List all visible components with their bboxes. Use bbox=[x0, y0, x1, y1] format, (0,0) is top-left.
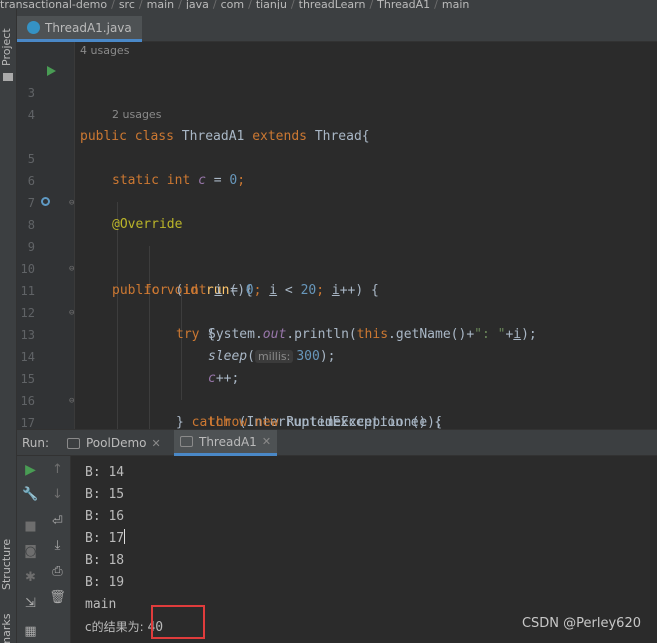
trash-icon[interactable]: 🗑 bbox=[44, 590, 71, 605]
code-line: 3 public class ThreadA1 extends Thread{ bbox=[17, 60, 657, 144]
code-line: 10 bbox=[17, 236, 657, 276]
console-toolbar: ↑ ↓ ⏎ ⤓ ⎙ 🗑 bbox=[44, 456, 71, 643]
line-number: 4 bbox=[27, 108, 35, 122]
breadcrumb-item[interactable]: main bbox=[442, 0, 469, 9]
arrow-down-icon[interactable]: ↓ bbox=[44, 487, 71, 502]
breadcrumb-item[interactable]: transactional-demo bbox=[0, 0, 107, 9]
code-line: 15 ⊖ } catch (InterruptedException e) { bbox=[17, 346, 657, 429]
print-icon[interactable]: ⎙ bbox=[44, 564, 71, 579]
close-icon[interactable]: ✕ bbox=[262, 435, 271, 448]
console-line: B: 14 bbox=[85, 465, 125, 480]
breadcrumb-item[interactable]: threadLearn bbox=[299, 0, 366, 9]
file-tab-threada1[interactable]: ThreadA1.java bbox=[17, 16, 142, 42]
layout-icon[interactable]: ▦ bbox=[17, 624, 44, 639]
file-tab-label: ThreadA1.java bbox=[45, 20, 132, 35]
breadcrumb-item[interactable]: com bbox=[221, 0, 245, 9]
run-label: Run: bbox=[22, 436, 50, 450]
editor-tab-bar: ThreadA1.java bbox=[17, 9, 657, 42]
left-tool-strip: Project Structure Bookmarks bbox=[0, 9, 17, 643]
code-line: 17 ⊖ } bbox=[17, 390, 657, 429]
run-gutter-icon[interactable] bbox=[47, 66, 56, 76]
console-line: B: 15 bbox=[85, 487, 125, 502]
breadcrumb-item[interactable]: ThreadA1 bbox=[377, 0, 430, 9]
java-class-icon bbox=[27, 21, 40, 34]
soft-wrap-icon[interactable]: ⏎ bbox=[44, 514, 71, 529]
code-line: 16 throw new RuntimeException(e); bbox=[17, 368, 657, 429]
text-caret bbox=[124, 529, 126, 544]
arrow-up-icon[interactable]: ↑ bbox=[44, 462, 71, 477]
rerun-icon[interactable]: ▶ bbox=[17, 462, 44, 478]
code-line: 14 c++; bbox=[17, 324, 657, 386]
code-line: 7 @Override bbox=[17, 170, 657, 232]
override-gutter-icon[interactable] bbox=[41, 197, 50, 206]
structure-tool-button[interactable]: Structure bbox=[0, 529, 17, 599]
code-line: 11 ⊖ try { bbox=[17, 258, 657, 342]
console-line: B: 17 bbox=[85, 528, 645, 550]
breadcrumb-item[interactable]: src bbox=[119, 0, 135, 9]
settings-icon[interactable]: ✱ bbox=[17, 570, 44, 585]
breadcrumb-item[interactable]: tianju bbox=[256, 0, 287, 9]
run-tab-label: ThreadA1 bbox=[199, 434, 257, 449]
bookmarks-tool-button[interactable]: Bookmarks bbox=[0, 614, 17, 643]
code-line: 9 ⊖ for (int i = 0; i < 20; i++) { bbox=[17, 214, 657, 298]
login-icon[interactable]: ⇲ bbox=[17, 596, 44, 611]
run-console[interactable]: ▶ 🔧 ■ ◙ ✱ ⇲ ▦ ↑ ↓ ⏎ ⤓ ⎙ 🗑 B: 14 B: 15 B:… bbox=[17, 456, 657, 643]
code-line: 4 bbox=[17, 82, 657, 122]
close-icon[interactable]: ✕ bbox=[151, 437, 160, 450]
console-icon bbox=[180, 436, 193, 447]
console-line: B: 16 bbox=[85, 509, 125, 524]
run-tab-threada1[interactable]: ThreadA1 ✕ bbox=[174, 430, 278, 456]
code-line: 5 static int c = 0; bbox=[17, 126, 657, 188]
project-tool-button[interactable]: Project bbox=[0, 17, 17, 77]
wrench-icon[interactable]: 🔧 bbox=[17, 487, 44, 502]
watermark: CSDN @Perley620 bbox=[521, 616, 641, 631]
console-line: B: 19 bbox=[85, 575, 125, 590]
console-line-text: B: 17 bbox=[85, 531, 125, 546]
result-label: c的结果为: bbox=[85, 620, 148, 634]
code-line: 8 ⊖ public void run(){ bbox=[17, 192, 657, 298]
run-tab-label: PoolDemo bbox=[86, 436, 147, 450]
breadcrumb: transactional-demo / src / main / java / com / tia… bbox=[0, 0, 657, 9]
folder-icon bbox=[3, 73, 13, 81]
code-line: 6 bbox=[17, 148, 657, 188]
run-toolbar: ▶ 🔧 ■ ◙ ✱ ⇲ ▦ bbox=[17, 456, 44, 643]
code-line: 18 ⊖ } bbox=[17, 412, 657, 429]
breadcrumb-item[interactable]: java bbox=[186, 0, 209, 9]
usages-hint[interactable]: 4 usages bbox=[80, 42, 129, 60]
highlight-box bbox=[151, 605, 205, 639]
code-editor[interactable]: 4 usages 3 public class ThreadA1 extends… bbox=[17, 42, 657, 429]
run-tool-window-header: Run: PoolDemo ✕ ThreadA1 ✕ bbox=[17, 429, 657, 456]
console-line: B: 18 bbox=[85, 553, 125, 568]
code-line: 12 System.out.println(this.getName()+": … bbox=[17, 280, 657, 342]
stop-icon[interactable]: ■ bbox=[17, 519, 44, 534]
code-line: 13 sleep(millis: 300); bbox=[17, 302, 657, 364]
usages-hint[interactable]: 2 usages bbox=[112, 106, 161, 124]
run-tab-pooldemo[interactable]: PoolDemo ✕ bbox=[61, 430, 167, 456]
console-icon bbox=[67, 437, 80, 449]
scroll-to-end-icon[interactable]: ⤓ bbox=[44, 538, 71, 553]
breadcrumb-item[interactable]: main bbox=[147, 0, 174, 9]
fold-icon[interactable]: ⊖ bbox=[69, 192, 74, 214]
camera-icon[interactable]: ◙ bbox=[17, 544, 44, 559]
